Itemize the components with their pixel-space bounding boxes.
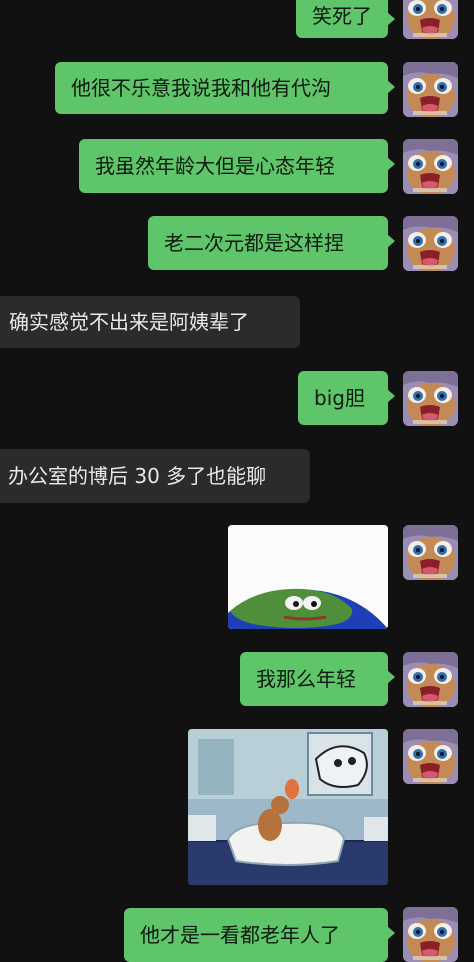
message-bubble[interactable]: 确实感觉不出来是阿姨辈了	[0, 296, 300, 348]
message-row: 笑死了	[0, 0, 474, 40]
avatar-icon	[403, 62, 458, 117]
avatar-icon	[403, 0, 458, 39]
message-row: 他才是一看都老年人了	[0, 907, 474, 962]
avatar[interactable]	[403, 652, 458, 707]
avatar[interactable]	[403, 216, 458, 271]
message-row: 老二次元都是这样捏	[0, 216, 474, 271]
avatar[interactable]	[403, 525, 458, 580]
message-row	[0, 525, 474, 629]
message-bubble[interactable]: 办公室的博后 30 多了也能聊	[0, 449, 310, 503]
message-text: 他才是一看都老年人了	[140, 923, 340, 947]
message-row: 我那么年轻	[0, 652, 474, 707]
avatar-icon	[403, 729, 458, 784]
message-bubble[interactable]: 笑死了	[296, 0, 395, 38]
message-row: 办公室的博后 30 多了也能聊	[0, 449, 474, 503]
image-message[interactable]	[228, 525, 388, 629]
message-row: 我虽然年龄大但是心态年轻	[0, 139, 474, 194]
message-text: 办公室的博后 30 多了也能聊	[8, 464, 267, 488]
message-text: 确实感觉不出来是阿姨辈了	[9, 310, 249, 334]
avatar-icon	[403, 907, 458, 962]
avatar-icon	[403, 525, 458, 580]
avatar[interactable]	[403, 0, 458, 39]
avatar[interactable]	[403, 729, 458, 784]
message-bubble[interactable]: 他才是一看都老年人了	[124, 908, 395, 962]
message-text: 笑死了	[312, 4, 372, 28]
message-row: 确实感觉不出来是阿姨辈了	[0, 296, 474, 350]
message-text: 老二次元都是这样捏	[164, 231, 344, 255]
avatar[interactable]	[403, 907, 458, 962]
pepe-frog-sticker-icon	[228, 525, 388, 629]
message-row: big胆	[0, 371, 474, 426]
message-text: 他很不乐意我说我和他有代沟	[71, 76, 331, 100]
avatar[interactable]	[403, 139, 458, 194]
message-text: big胆	[314, 386, 365, 410]
message-text: 我那么年轻	[256, 667, 356, 691]
message-bubble[interactable]: 他很不乐意我说我和他有代沟	[55, 62, 395, 114]
avatar[interactable]	[403, 62, 458, 117]
avatar-icon	[403, 216, 458, 271]
avatar-icon	[403, 371, 458, 426]
avatar-icon	[403, 652, 458, 707]
message-bubble[interactable]: 老二次元都是这样捏	[148, 216, 395, 270]
message-bubble[interactable]: big胆	[298, 371, 395, 425]
message-row: 他很不乐意我说我和他有代沟	[0, 62, 474, 117]
message-bubble[interactable]: 我虽然年龄大但是心态年轻	[79, 139, 395, 193]
avatar[interactable]	[403, 371, 458, 426]
message-text: 我虽然年龄大但是心态年轻	[95, 154, 335, 178]
message-bubble[interactable]: 我那么年轻	[240, 652, 395, 706]
message-row	[0, 729, 474, 885]
avatar-icon	[403, 139, 458, 194]
image-message[interactable]	[188, 729, 388, 885]
tom-and-jerry-bathroom-sticker-icon	[188, 729, 388, 885]
